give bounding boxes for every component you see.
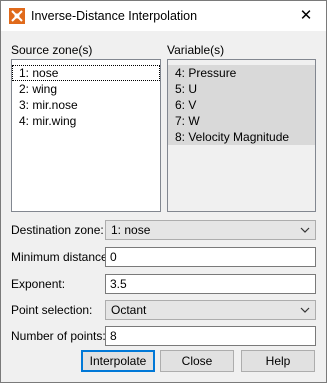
exponent-input[interactable] xyxy=(106,275,315,293)
source-zone-item[interactable]: 2: wing xyxy=(12,81,160,97)
number-of-points-input[interactable] xyxy=(106,327,315,345)
destination-zone-label: Destination zone: xyxy=(11,223,104,237)
dialog-title: Inverse-Distance Interpolation xyxy=(31,9,198,23)
source-zone-item[interactable]: 4: mir.wing xyxy=(12,113,160,129)
destination-zone-dropdown[interactable]: 1: nose xyxy=(105,220,316,240)
variable-item[interactable]: 5: U xyxy=(168,81,315,97)
point-selection-value: Octant xyxy=(111,303,147,317)
minimum-distance-label: Minimum distance: xyxy=(11,250,112,264)
variables-list[interactable]: 4: Pressure 5: U 6: V 7: W 8: Velocity Magni… xyxy=(167,59,316,212)
minimum-distance-input[interactable] xyxy=(106,248,315,266)
exponent-field[interactable] xyxy=(105,274,316,294)
interpolation-dialog: Inverse-Distance Interpolation ✕ Source … xyxy=(0,0,327,383)
variable-item[interactable]: 6: V xyxy=(168,97,315,113)
help-button[interactable]: Help xyxy=(241,350,315,372)
point-selection-label: Point selection: xyxy=(11,303,93,317)
close-icon[interactable]: ✕ xyxy=(286,1,326,31)
number-of-points-label: Number of points: xyxy=(11,329,106,343)
chevron-down-icon xyxy=(300,227,310,233)
title-bar[interactable]: Inverse-Distance Interpolation ✕ xyxy=(1,1,326,31)
source-zones-list[interactable]: 1: nose 2: wing 3: mir.nose 4: mir.wing xyxy=(11,59,161,212)
variable-item[interactable]: 7: W xyxy=(168,113,315,129)
variable-item[interactable]: 4: Pressure xyxy=(168,65,315,81)
source-zones-label: Source zone(s) xyxy=(11,43,93,57)
chevron-down-icon xyxy=(300,307,310,313)
variable-item[interactable]: 8: Velocity Magnitude xyxy=(168,129,315,145)
source-zone-item[interactable]: 3: mir.nose xyxy=(12,97,160,113)
close-button[interactable]: Close xyxy=(160,350,234,372)
number-of-points-field[interactable] xyxy=(105,326,316,346)
exponent-label: Exponent: xyxy=(11,277,66,291)
source-zone-item[interactable]: 1: nose xyxy=(12,65,160,81)
interpolate-button[interactable]: Interpolate xyxy=(81,350,155,372)
point-selection-dropdown[interactable]: Octant xyxy=(105,300,316,320)
variables-label: Variable(s) xyxy=(167,43,225,57)
minimum-distance-field[interactable] xyxy=(105,247,316,267)
destination-zone-value: 1: nose xyxy=(111,223,151,237)
tecplot-app-icon xyxy=(9,8,25,24)
